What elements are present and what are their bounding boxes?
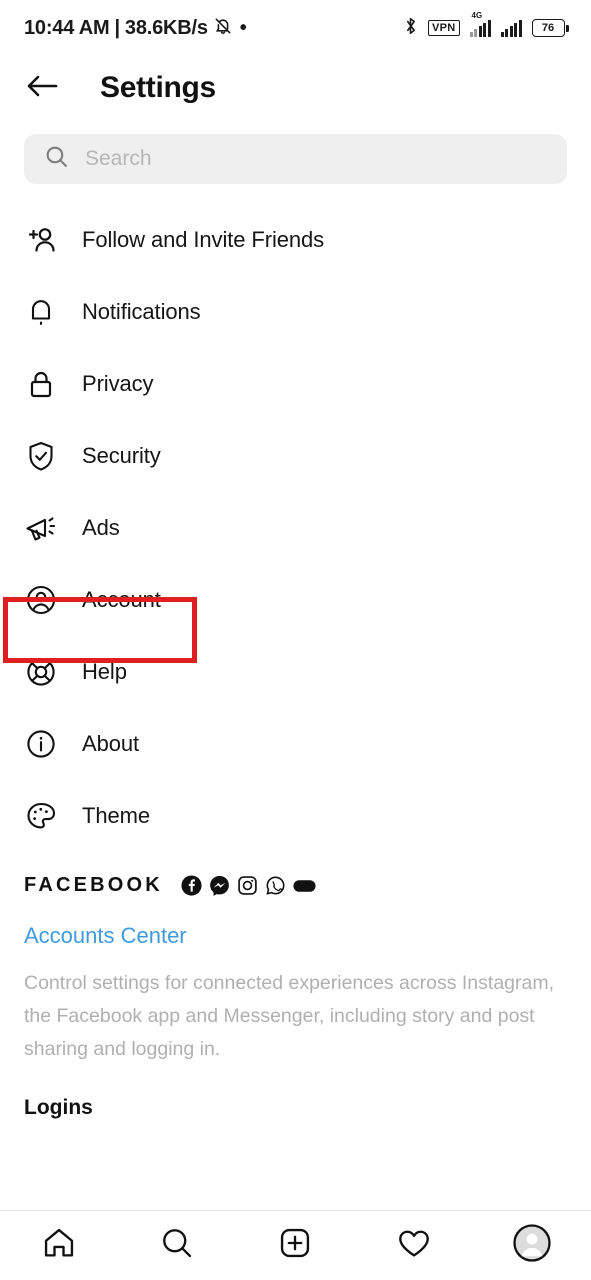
lock-icon bbox=[24, 367, 58, 401]
menu-item-account[interactable]: Account bbox=[0, 564, 591, 636]
shield-check-icon bbox=[24, 439, 58, 473]
status-bar: 10:44 AM | 38.6KB/s • VPN 4G 76 bbox=[0, 0, 591, 56]
battery-cap bbox=[566, 24, 569, 32]
menu-item-label: Follow and Invite Friends bbox=[82, 227, 325, 252]
page-header: Settings bbox=[0, 56, 591, 120]
menu-item-ads[interactable]: Ads bbox=[0, 492, 591, 564]
instagram-settings-screen: 10:44 AM | 38.6KB/s • VPN 4G 76 Settings… bbox=[0, 0, 591, 1280]
search-box[interactable] bbox=[24, 134, 567, 184]
status-separator: | bbox=[114, 16, 120, 39]
instagram-icon bbox=[237, 875, 258, 896]
settings-menu-list: Follow and Invite Friends Notifications … bbox=[0, 198, 591, 852]
menu-item-about[interactable]: About bbox=[0, 708, 591, 780]
facebook-brand-icons bbox=[181, 875, 316, 896]
bluetooth-icon bbox=[403, 16, 418, 41]
status-time: 10:44 AM bbox=[24, 16, 110, 39]
menu-item-notifications[interactable]: Notifications bbox=[0, 276, 591, 348]
home-icon bbox=[41, 1225, 77, 1266]
vpn-indicator: VPN bbox=[427, 19, 460, 37]
facebook-heading: FACEBOOK bbox=[24, 874, 163, 896]
meta-oval-icon bbox=[293, 878, 316, 894]
nav-create[interactable] bbox=[260, 1216, 330, 1276]
bottom-navigation-bar bbox=[0, 1210, 591, 1280]
menu-item-label: Notifications bbox=[82, 299, 201, 324]
info-circle-icon bbox=[24, 727, 58, 761]
accounts-center-description: Control settings for connected experienc… bbox=[24, 972, 555, 1060]
page-title: Settings bbox=[100, 71, 216, 104]
battery-indicator: 76 bbox=[531, 19, 569, 37]
menu-item-label: Security bbox=[82, 443, 161, 468]
search-section bbox=[0, 120, 591, 198]
profile-avatar-icon bbox=[512, 1223, 552, 1268]
facebook-section: FACEBOOK Accounts Center Control setting… bbox=[0, 852, 591, 1120]
menu-item-label: Theme bbox=[82, 803, 150, 828]
account-circle-icon bbox=[24, 583, 58, 617]
nav-activity[interactable] bbox=[379, 1216, 449, 1276]
signal-strength-sim2 bbox=[500, 19, 522, 37]
search-icon bbox=[159, 1225, 195, 1266]
palette-icon bbox=[24, 799, 58, 833]
messenger-icon bbox=[209, 875, 230, 896]
lifebuoy-icon bbox=[24, 655, 58, 689]
menu-item-follow-and-invite-friends[interactable]: Follow and Invite Friends bbox=[0, 204, 591, 276]
menu-item-security[interactable]: Security bbox=[0, 420, 591, 492]
logins-heading: Logins bbox=[24, 1096, 93, 1119]
nav-profile[interactable] bbox=[497, 1216, 567, 1276]
menu-item-label: Account bbox=[82, 587, 161, 612]
whatsapp-icon bbox=[265, 875, 286, 896]
add-post-icon bbox=[277, 1225, 313, 1266]
nav-search[interactable] bbox=[142, 1216, 212, 1276]
status-bar-left: 10:44 AM | 38.6KB/s • bbox=[24, 16, 247, 41]
add-person-icon bbox=[24, 223, 58, 257]
battery-level-text: 76 bbox=[531, 19, 565, 37]
menu-item-label: Help bbox=[82, 659, 127, 684]
facebook-icon bbox=[181, 875, 202, 896]
bell-icon bbox=[24, 295, 58, 329]
status-bar-right: VPN 4G 76 bbox=[403, 12, 569, 41]
menu-item-label: About bbox=[82, 731, 139, 756]
status-network-speed: 38.6KB/s bbox=[124, 16, 208, 39]
back-button[interactable] bbox=[22, 68, 62, 108]
facebook-section-header: FACEBOOK bbox=[24, 874, 567, 897]
menu-item-privacy[interactable]: Privacy bbox=[0, 348, 591, 420]
megaphone-icon bbox=[24, 511, 58, 545]
back-arrow-icon bbox=[25, 72, 59, 105]
heart-icon bbox=[396, 1225, 432, 1266]
nav-home[interactable] bbox=[24, 1216, 94, 1276]
search-input[interactable] bbox=[85, 147, 547, 171]
status-extra-dot: • bbox=[239, 17, 247, 39]
menu-item-theme[interactable]: Theme bbox=[0, 780, 591, 852]
search-icon bbox=[44, 144, 69, 174]
accounts-center-link[interactable]: Accounts Center bbox=[24, 923, 567, 949]
signal-strength-sim1: 4G bbox=[469, 12, 491, 37]
menu-item-help[interactable]: Help bbox=[0, 636, 591, 708]
menu-item-label: Ads bbox=[82, 515, 120, 540]
bell-muted-icon bbox=[213, 16, 233, 41]
menu-item-label: Privacy bbox=[82, 371, 154, 396]
